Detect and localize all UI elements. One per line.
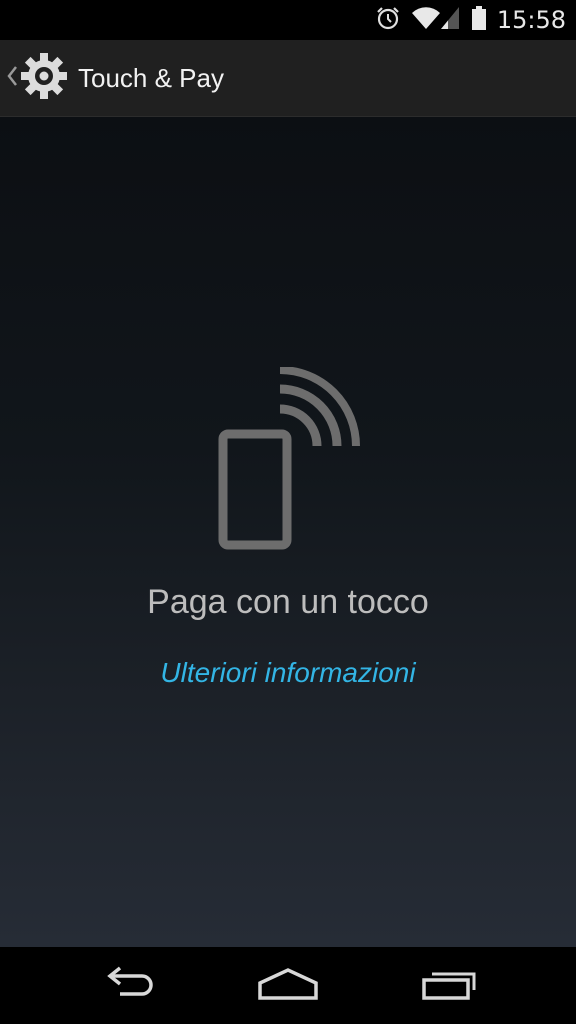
status-bar: 15:58	[0, 0, 576, 40]
signal-icon	[439, 5, 461, 35]
gear-icon	[18, 50, 70, 106]
status-time: 15:58	[496, 6, 566, 34]
recent-apps-button[interactable]	[385, 947, 515, 1024]
home-icon	[256, 966, 320, 1006]
headline: Paga con un tocco	[147, 583, 429, 621]
alarm-icon	[375, 5, 401, 35]
page-title: Touch & Pay	[78, 63, 224, 93]
learn-more-link[interactable]: Ulteriori informazioni	[0, 657, 576, 689]
back-icon	[98, 966, 158, 1006]
phone-nfc-icon	[210, 366, 370, 557]
action-bar: Touch & Pay	[0, 40, 576, 117]
back-button[interactable]	[63, 947, 193, 1024]
main-content: Paga con un tocco Ulteriori informazioni	[0, 117, 576, 947]
wifi-icon	[411, 5, 441, 35]
recent-apps-icon	[420, 966, 480, 1006]
navigation-bar	[0, 947, 576, 1024]
up-button[interactable]	[0, 40, 78, 116]
battery-icon	[471, 5, 487, 35]
chevron-left-icon	[6, 63, 18, 93]
status-icons: 15:58	[375, 0, 566, 40]
home-button[interactable]	[223, 947, 353, 1024]
